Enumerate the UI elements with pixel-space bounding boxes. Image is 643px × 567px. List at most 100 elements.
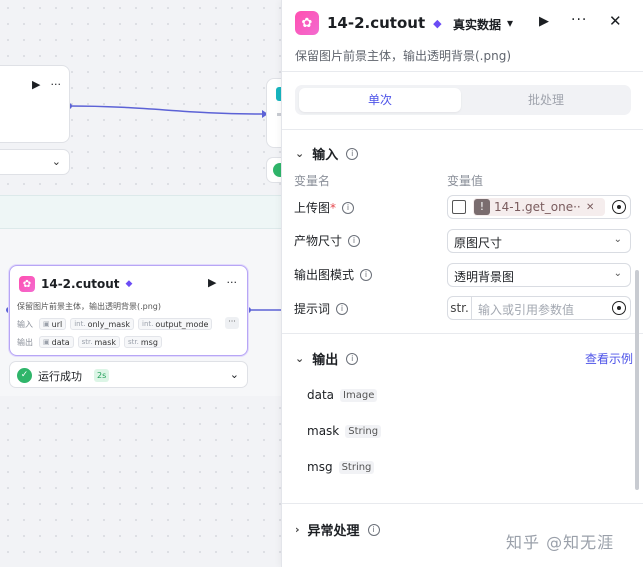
info-icon[interactable]: i bbox=[342, 201, 355, 214]
output-tag: str. mask bbox=[77, 336, 121, 348]
output-section-title: 输出 bbox=[312, 353, 339, 368]
output-size-select[interactable]: 原图尺寸 ⌄ bbox=[447, 229, 631, 253]
panel-title: 14-2.cutout bbox=[327, 14, 426, 32]
input-section-title: 输入 bbox=[312, 148, 339, 163]
info-icon[interactable]: i bbox=[346, 147, 359, 160]
input-tag: ▣ url bbox=[39, 318, 67, 330]
chevron-down-icon: ⌄ bbox=[295, 352, 305, 365]
input-tag: int. only_mask bbox=[70, 318, 134, 330]
output-tag: str. msg bbox=[124, 336, 162, 348]
info-icon[interactable]: i bbox=[346, 352, 359, 365]
field-label-text: 上传图 bbox=[294, 201, 331, 215]
info-icon[interactable]: i bbox=[360, 268, 373, 281]
reference-chip[interactable]: ! 14-1.get_one··· ✕ bbox=[473, 198, 605, 216]
field-label-size: 产物尺寸 i bbox=[294, 232, 361, 249]
chevron-down-icon: ⌄ bbox=[229, 368, 239, 381]
output-type: str. bbox=[81, 338, 93, 346]
data-mode-label: 真实数据 bbox=[453, 18, 502, 32]
run-status-text: 运行成功 bbox=[38, 370, 82, 383]
output-name: msg bbox=[140, 337, 158, 347]
required-mark: * bbox=[330, 201, 337, 215]
chevron-down-icon: ⌄ bbox=[51, 155, 61, 168]
col-var-name: 变量名 bbox=[294, 174, 331, 188]
cutout-app-icon: ✿ bbox=[19, 276, 35, 292]
reference-picker-icon[interactable] bbox=[612, 301, 626, 315]
input-type: int. bbox=[142, 320, 154, 328]
field-label-mode: 输出图模式 i bbox=[294, 266, 373, 283]
image-type-icon: ▣ bbox=[43, 338, 50, 346]
panel-description: 保留图片前景主体，输出透明背景(.png) bbox=[295, 49, 512, 63]
select-value: 透明背景图 bbox=[454, 270, 515, 284]
reference-picker-icon[interactable] bbox=[612, 200, 626, 214]
field-label-text: 产物尺寸 bbox=[294, 234, 343, 248]
prompt-input[interactable]: str. 输入或引用参数值 bbox=[447, 296, 631, 320]
info-icon[interactable]: i bbox=[348, 234, 361, 247]
image-type-icon bbox=[452, 200, 466, 214]
run-mode-tabs: 单次 批处理 bbox=[295, 85, 631, 115]
close-icon[interactable]: ✕ bbox=[609, 12, 622, 30]
chevron-down-icon: ⌄ bbox=[613, 268, 622, 279]
chevron-right-icon: › bbox=[295, 523, 300, 536]
output-name: data bbox=[51, 337, 70, 347]
output-section-header[interactable]: ⌄ 输出 i bbox=[295, 349, 359, 368]
col-var-value: 变量值 bbox=[447, 174, 484, 188]
view-example-link[interactable]: 查看示例 bbox=[585, 350, 633, 367]
node-description: 保留图片前景主体，输出透明背景(.png) bbox=[17, 302, 162, 311]
run-status-dropdown[interactable]: ✓ 运行成功 2s ⌄ bbox=[9, 361, 248, 388]
field-label-text: 提示词 bbox=[294, 302, 331, 316]
input-section-header[interactable]: ⌄ 输入 i bbox=[295, 144, 359, 163]
run-icon[interactable]: ▶ bbox=[208, 276, 216, 289]
output-item: msg String bbox=[307, 460, 375, 474]
output-tag: ▣ data bbox=[39, 336, 74, 348]
premium-diamond-icon: ◆ bbox=[125, 279, 133, 289]
output-name: mask bbox=[94, 337, 117, 347]
divider bbox=[282, 333, 643, 334]
output-name: mask bbox=[307, 424, 340, 438]
field-label-text: 输出图模式 bbox=[294, 268, 355, 282]
output-type-badge: String bbox=[338, 460, 375, 474]
divider bbox=[282, 71, 643, 72]
type-prefix: str. bbox=[448, 297, 472, 319]
image-type-icon: ▣ bbox=[43, 320, 50, 328]
warning-icon: ! bbox=[474, 199, 490, 215]
field-label-upload: 上传图* i bbox=[294, 199, 355, 216]
more-icon[interactable]: ··· bbox=[227, 276, 238, 289]
tab-single[interactable]: 单次 bbox=[299, 88, 461, 112]
output-item: data Image bbox=[307, 388, 378, 402]
success-check-icon: ✓ bbox=[17, 368, 32, 383]
run-icon[interactable]: ▶ bbox=[32, 78, 40, 91]
output-item: mask String bbox=[307, 424, 382, 438]
info-icon[interactable]: i bbox=[336, 302, 349, 315]
upstream-status-dropdown[interactable]: ⌄ bbox=[0, 149, 70, 175]
remove-reference-icon[interactable]: ✕ bbox=[586, 202, 594, 213]
input-tag: int. output_mode bbox=[138, 318, 213, 330]
tab-batch[interactable]: 批处理 bbox=[465, 88, 627, 112]
node-title: 14-2.cutout bbox=[41, 277, 120, 291]
info-icon[interactable]: i bbox=[367, 523, 380, 536]
more-icon[interactable]: ··· bbox=[51, 78, 62, 91]
output-type-badge: String bbox=[345, 424, 382, 438]
more-inputs-button[interactable]: ··· bbox=[225, 317, 239, 329]
output-type-badge: Image bbox=[340, 388, 378, 402]
data-mode-dropdown[interactable]: 真实数据 ▾ bbox=[453, 16, 513, 33]
run-icon[interactable]: ▶ bbox=[539, 14, 549, 29]
more-icon[interactable]: ··· bbox=[571, 12, 587, 28]
input-type: int. bbox=[74, 320, 86, 328]
output-name: msg bbox=[307, 460, 333, 474]
cutout-node[interactable]: ✿ 14-2.cutout ◆ ▶ ··· 保留图片前景主体，输出透明背景(.p… bbox=[9, 265, 248, 356]
upstream-node[interactable]: ▶ ··· bbox=[0, 65, 70, 143]
divider bbox=[282, 129, 643, 130]
upload-image-ref-field[interactable]: ! 14-1.get_one··· ✕ bbox=[447, 195, 631, 219]
outputs-label: 输出 bbox=[17, 337, 33, 347]
select-value: 原图尺寸 bbox=[454, 236, 503, 250]
reference-name: 14-1.get_one··· bbox=[494, 200, 580, 214]
scrollbar[interactable] bbox=[635, 270, 639, 490]
exception-section-header[interactable]: › 异常处理 i bbox=[295, 520, 380, 539]
output-mode-select[interactable]: 透明背景图 ⌄ bbox=[447, 263, 631, 287]
chevron-down-icon: ⌄ bbox=[613, 234, 622, 245]
exception-section-title: 异常处理 bbox=[307, 524, 360, 539]
caret-down-icon: ▾ bbox=[507, 16, 514, 30]
input-name: only_mask bbox=[87, 319, 130, 329]
chevron-down-icon: ⌄ bbox=[295, 147, 305, 160]
watermark: 知乎 @知无涯 bbox=[506, 533, 615, 552]
